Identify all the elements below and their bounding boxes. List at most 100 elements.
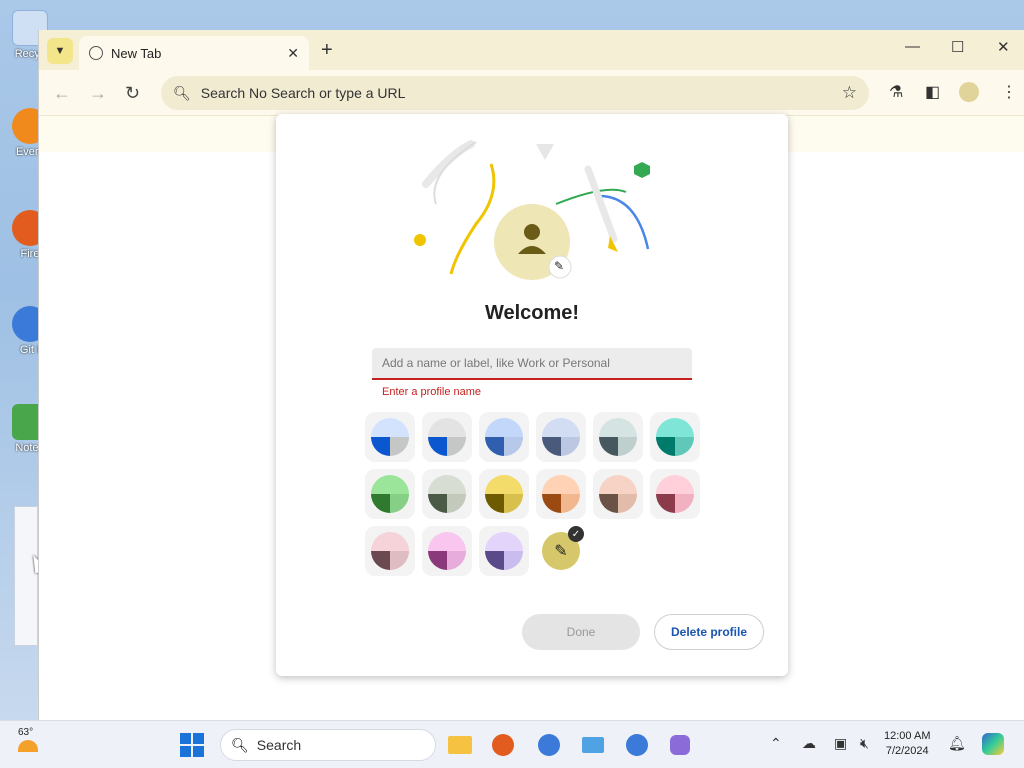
color-swatch[interactable] — [365, 412, 415, 462]
color-swatch-circle — [599, 475, 637, 513]
tray-chevron-up-icon[interactable]: ⌃ — [770, 735, 782, 752]
color-swatch[interactable] — [593, 469, 643, 519]
done-button[interactable]: Done — [522, 614, 640, 650]
swatch-quadrant — [390, 494, 409, 513]
bookmark-star-icon[interactable]: ☆ — [842, 83, 857, 103]
swatch-quadrant — [656, 437, 675, 456]
swatch-quadrant — [599, 437, 618, 456]
side-panel-icon[interactable]: ◧ — [925, 82, 940, 102]
new-tab-button[interactable]: + — [321, 40, 333, 60]
color-swatch[interactable] — [536, 412, 586, 462]
swatch-quadrant — [371, 551, 390, 570]
color-swatch[interactable] — [650, 412, 700, 462]
taskbar-file-explorer[interactable] — [448, 731, 472, 759]
swatch-quadrant — [561, 494, 580, 513]
selected-check-icon: ✓ — [568, 526, 584, 542]
maximize-button[interactable]: ☐ — [951, 38, 964, 56]
swatch-quadrant — [371, 494, 390, 513]
color-swatch-circle — [485, 532, 523, 570]
globe-icon — [89, 46, 103, 60]
swatch-quadrant — [447, 551, 466, 570]
taskbar-chrome-profile[interactable] — [626, 731, 648, 759]
network-icon[interactable]: ▣ — [834, 735, 847, 752]
color-swatch-circle — [656, 418, 694, 456]
taskbar-copilot[interactable] — [670, 731, 690, 759]
color-swatch-circle — [371, 532, 409, 570]
reload-button[interactable]: ↻ — [125, 83, 140, 104]
chrome-profile-icon — [626, 734, 648, 756]
chevron-down-icon: ▼ — [54, 45, 66, 57]
swatch-quadrant — [542, 437, 561, 456]
profile-avatar-icon[interactable] — [959, 82, 979, 102]
swatch-quadrant — [504, 437, 523, 456]
search-icon: 🔍︎ — [231, 736, 249, 753]
back-button[interactable]: ← — [53, 83, 71, 104]
edit-pencil-icon[interactable]: ✎ — [554, 259, 564, 273]
swatch-quadrant — [428, 437, 447, 456]
swatch-quadrant — [561, 437, 580, 456]
swatch-quadrant — [428, 494, 447, 513]
taskbar-firefox[interactable] — [492, 731, 514, 759]
profile-name-input[interactable] — [372, 348, 692, 380]
color-swatch-circle — [371, 475, 409, 513]
color-swatch[interactable] — [593, 412, 643, 462]
notification-bell-icon[interactable]: 🔔︎ — [948, 735, 966, 752]
onedrive-icon[interactable]: ☁ — [802, 735, 816, 752]
taskbar-chrome[interactable] — [538, 731, 560, 759]
swatch-quadrant — [390, 437, 409, 456]
color-swatch[interactable] — [650, 469, 700, 519]
swatch-quadrant — [485, 551, 504, 570]
minimize-button[interactable]: — — [905, 38, 920, 55]
swatch-quadrant — [485, 437, 504, 456]
color-swatch[interactable] — [479, 526, 529, 576]
color-swatch[interactable] — [479, 412, 529, 462]
swatch-quadrant — [371, 437, 390, 456]
taskbar-search-label: Search — [256, 737, 302, 753]
taskbar-clock[interactable]: 12:00 AM 7/2/2024 — [884, 729, 930, 759]
color-swatch[interactable] — [422, 526, 472, 576]
labs-flask-icon[interactable]: ⚗ — [889, 82, 903, 102]
copilot-preview-icon[interactable] — [982, 733, 1004, 755]
toolbar: ← → ↻ 🔍︎ Search No Search or type a URL … — [39, 70, 1024, 116]
close-tab-icon[interactable]: ✕ — [287, 45, 299, 62]
color-swatch-circle — [485, 418, 523, 456]
volume-muted-icon[interactable]: 🔇︎ — [860, 735, 869, 752]
taskbar-app[interactable] — [582, 731, 604, 759]
delete-profile-button[interactable]: Delete profile — [654, 614, 764, 650]
firefox-icon — [492, 734, 514, 756]
forward-button[interactable]: → — [89, 83, 107, 104]
swatch-quadrant — [599, 494, 618, 513]
app-window-icon — [582, 737, 604, 753]
swatch-quadrant — [618, 494, 637, 513]
color-swatch-circle — [542, 418, 580, 456]
tab-new-tab[interactable]: New Tab ✕ — [79, 36, 309, 70]
swatch-quadrant — [542, 494, 561, 513]
weather-widget[interactable]: 63° — [18, 727, 38, 752]
omnibox[interactable]: 🔍︎ Search No Search or type a URL ☆ — [161, 76, 869, 110]
chrome-icon — [538, 734, 560, 756]
swatch-quadrant — [504, 551, 523, 570]
color-swatch-circle — [656, 475, 694, 513]
swatch-quadrant — [428, 551, 447, 570]
clock-date: 7/2/2024 — [885, 745, 929, 757]
color-swatch[interactable] — [365, 526, 415, 576]
tab-search-button[interactable]: ▼ — [47, 38, 73, 64]
start-button[interactable] — [180, 731, 204, 759]
profile-customization-dialog: ✎ Welcome! Enter a profile name ✎✓ Done … — [276, 114, 788, 676]
color-swatch[interactable] — [422, 469, 472, 519]
color-swatch[interactable] — [479, 469, 529, 519]
color-swatch-circle — [599, 418, 637, 456]
omnibox-text: Search No Search or type a URL — [200, 85, 406, 101]
color-swatch[interactable] — [536, 469, 586, 519]
copilot-icon — [670, 735, 690, 755]
taskbar-search[interactable]: 🔍︎ Search — [220, 729, 436, 761]
swatch-quadrant — [675, 437, 694, 456]
color-swatch-circle — [371, 418, 409, 456]
close-window-button[interactable]: ✕ — [997, 38, 1010, 56]
clock-time: 12:00 AM — [884, 730, 931, 742]
taskbar: 63° 🔍︎ Search ⌃ ☁ ▣ 🔇︎ 12:00 AM 7/2/2024… — [0, 720, 1024, 768]
custom-color-swatch[interactable]: ✎ ✓ — [536, 526, 586, 576]
color-swatch[interactable] — [422, 412, 472, 462]
menu-kebab-icon[interactable]: ⋮ — [1001, 82, 1017, 102]
color-swatch[interactable] — [365, 469, 415, 519]
